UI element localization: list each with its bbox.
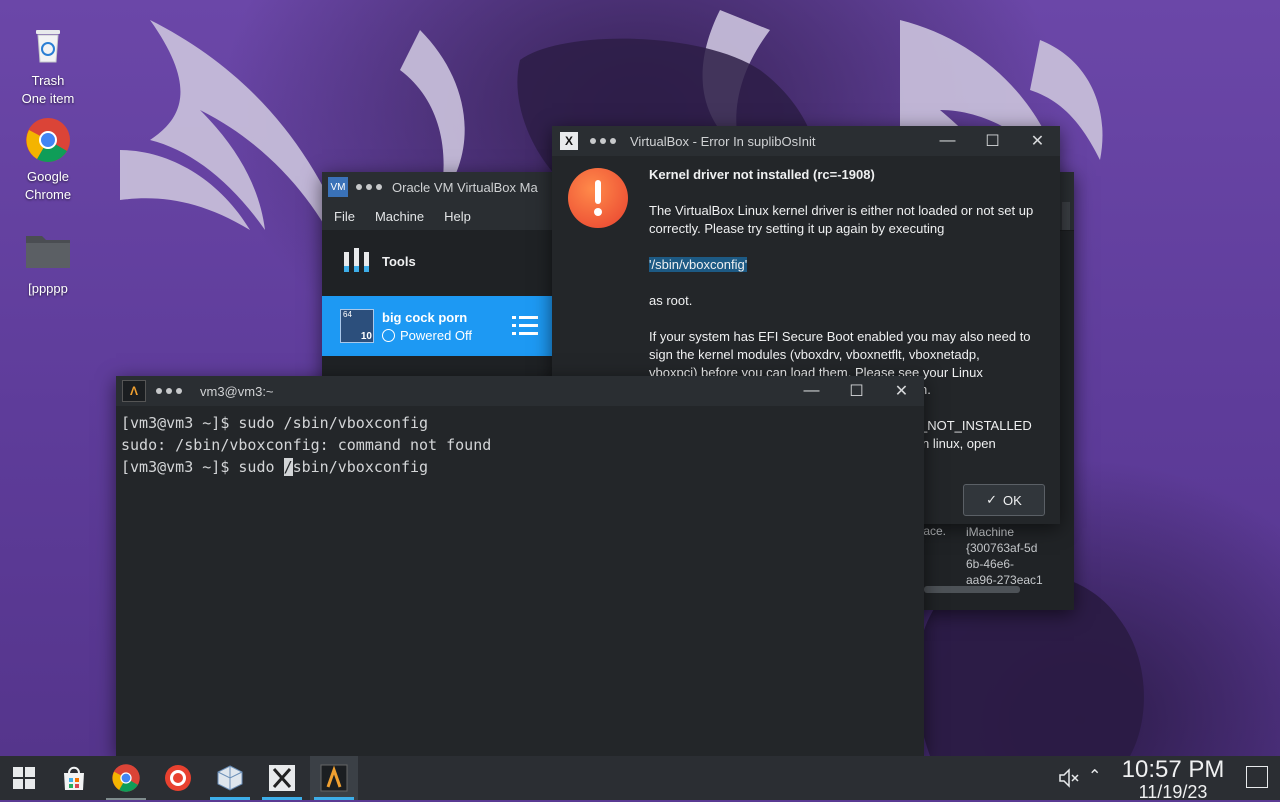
terminal-taskbar-button[interactable] [310, 756, 358, 800]
xorg-taskbar-button[interactable] [258, 756, 306, 800]
chrome-icon [112, 764, 140, 792]
trash-icon [24, 20, 72, 68]
power-off-icon [382, 328, 395, 342]
ok-button[interactable]: ✓ OK [963, 484, 1045, 516]
menu-help[interactable]: Help [434, 209, 481, 224]
tray-expand-chevron-up-icon[interactable]: ⌃ [1088, 766, 1101, 786]
vm-badge-64: 64 [343, 310, 352, 319]
folder-icon [24, 228, 72, 276]
terminal-lambda-icon [320, 764, 348, 792]
shopping-bag-icon [64, 766, 84, 790]
start-menu-button[interactable] [0, 756, 48, 800]
terminal-window[interactable]: Λ vm3@vm3:~ — ☐ ✕ [vm3@vm3 ~]$ sudo /sbi… [116, 376, 924, 756]
x-app-icon: X [560, 132, 578, 150]
folder-label: [ppppp [28, 281, 68, 296]
terminal-line: sudo: /sbin/vboxconfig: command not foun… [121, 436, 492, 454]
volume-muted-icon[interactable] [1058, 768, 1080, 788]
clock-time: 10:57 PM [1121, 756, 1225, 783]
screen-recorder-taskbar-button[interactable] [154, 756, 202, 800]
discover-taskbar-button[interactable] [50, 756, 98, 800]
virtualbox-cube-icon [217, 765, 243, 791]
vbox-right-scrollbar[interactable] [1062, 202, 1070, 230]
error-command[interactable]: '/sbin/vboxconfig' [649, 257, 748, 272]
terminal-line: [vm3@vm3 ~]$ sudo /sbin/vboxconfig [121, 414, 429, 432]
clock[interactable]: 10:57 PM 11/19/23 [1112, 756, 1234, 802]
terminal-output[interactable]: [vm3@vm3 ~]$ sudo /sbin/vboxconfig sudo:… [116, 406, 924, 756]
clock-date: 11/19/23 [1138, 782, 1208, 802]
vm-badge-10: 10 [360, 331, 372, 342]
vm-list-item[interactable]: 64 10 big cock porn Powered Off [322, 296, 552, 356]
tools-item[interactable]: Tools [322, 230, 552, 292]
vm-state: Powered Off [400, 327, 473, 343]
terminal-current-line: [vm3@vm3 ~]$ sudo /sbin/vboxconfig [121, 458, 429, 476]
terminal-controls: — ☐ ✕ [789, 376, 924, 406]
chrome-desktop-icon[interactable]: Google Chrome [3, 116, 93, 204]
checkmark-icon: ✓ [986, 492, 998, 507]
chrome-sublabel: Chrome [24, 187, 72, 202]
trash-sublabel: One item [21, 91, 75, 106]
error-para2: as root. [649, 293, 693, 308]
vm-menu-icon[interactable] [512, 314, 538, 338]
taskbar: ⌃ 10:57 PM 11/19/23 [0, 756, 1280, 802]
record-icon [165, 765, 191, 791]
vbox-manager-title: Oracle VM VirtualBox Ma [392, 179, 538, 195]
trash-desktop-icon[interactable]: Trash One item [3, 20, 93, 108]
error-message: Kernel driver not installed (rc=-1908) T… [649, 166, 1049, 382]
error-icon [568, 168, 628, 228]
error-dialog-title: VirtualBox - Error In suplibOsInit [630, 133, 816, 149]
tools-label: Tools [382, 253, 416, 269]
close-icon[interactable]: ✕ [1015, 131, 1060, 151]
tools-icon [344, 248, 369, 272]
terminal-title: vm3@vm3:~ [200, 383, 274, 399]
trash-label: Trash [31, 73, 65, 88]
chrome-icon [24, 116, 72, 164]
error-para3: If your system has EFI Secure Boot enabl… [649, 329, 1031, 380]
error-dialog-controls: — ☐ ✕ [925, 126, 1060, 156]
vbox-app-icon: VM [328, 177, 348, 197]
error-fragment-2: n linux, open [922, 436, 996, 451]
chrome-label: Google [27, 169, 69, 184]
terminal-cursor: / [283, 458, 293, 476]
folder-desktop-icon[interactable]: [ppppp [3, 228, 93, 298]
error-heading: Kernel driver not installed (rc=-1908) [649, 167, 875, 182]
menu-machine[interactable]: Machine [365, 209, 434, 224]
error-para1: The VirtualBox Linux kernel driver is ei… [649, 203, 1034, 236]
menu-file[interactable]: File [322, 209, 365, 224]
virtualbox-taskbar-button[interactable] [206, 756, 254, 800]
window-menu-dots[interactable] [590, 138, 616, 144]
ok-label: OK [1003, 492, 1022, 508]
minimize-icon[interactable]: — [789, 382, 834, 400]
show-desktop-icon[interactable] [1246, 766, 1268, 788]
maximize-icon[interactable]: ☐ [970, 131, 1015, 151]
desktop: Trash One item Google Chrome [ppppp VM O… [0, 0, 1280, 756]
minimize-icon[interactable]: — [925, 132, 970, 150]
detail-value: iMachine {300763af-5d 6b-46e6- aa96-273e… [966, 525, 1043, 587]
window-menu-dots[interactable] [356, 184, 382, 190]
chrome-taskbar-button[interactable] [102, 756, 150, 800]
maximize-icon[interactable]: ☐ [834, 381, 879, 401]
details-scrollbar[interactable] [924, 586, 1020, 593]
error-fragment-1: _NOT_INSTALLED [920, 418, 1032, 433]
vm-name: big cock porn [382, 309, 468, 325]
terminal-app-icon: Λ [122, 380, 146, 402]
close-icon[interactable]: ✕ [879, 381, 924, 401]
x-window-icon [269, 765, 295, 791]
window-menu-dots[interactable] [156, 388, 182, 394]
vm-os-icon: 64 10 [340, 309, 374, 343]
windows-start-icon [13, 767, 35, 789]
